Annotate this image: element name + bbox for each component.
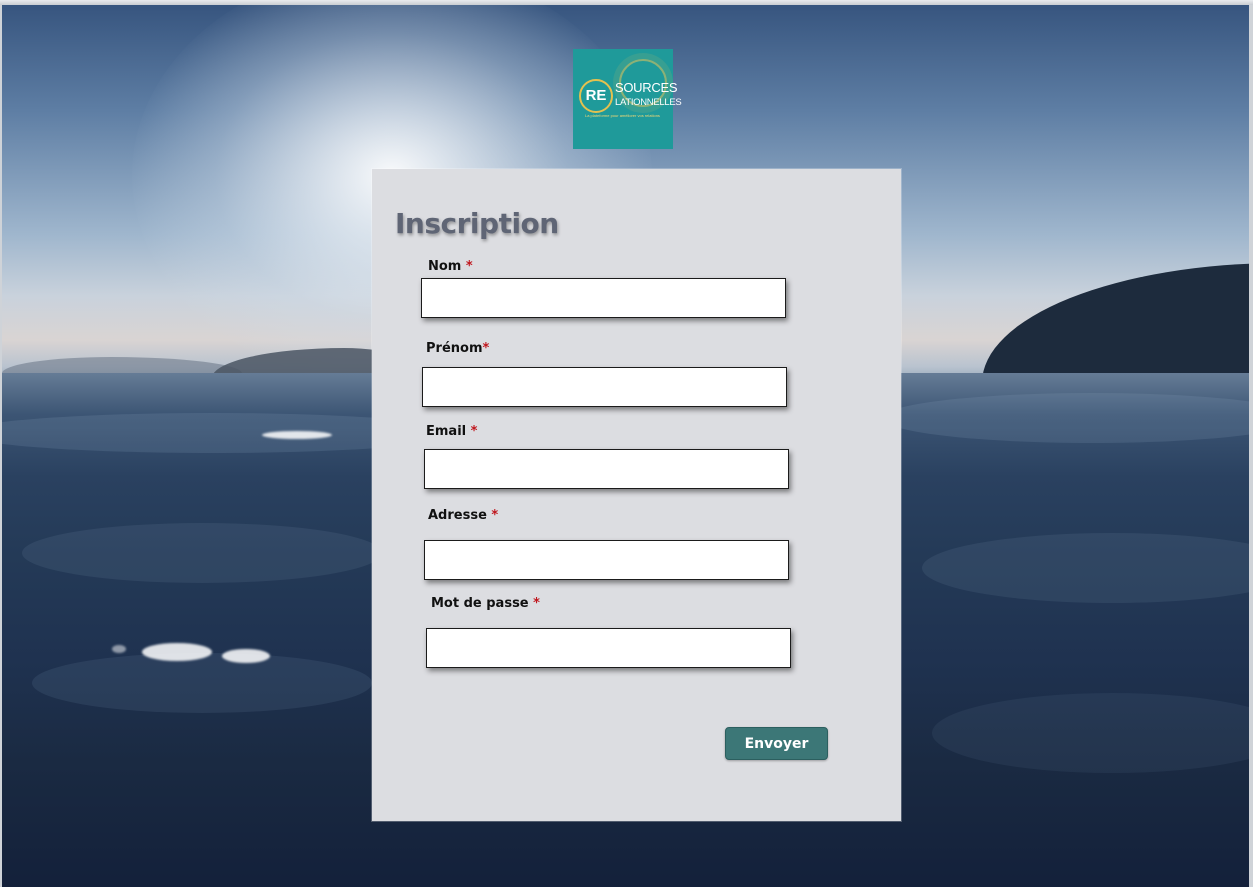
prenom-input[interactable]	[422, 367, 787, 407]
wave	[22, 523, 382, 583]
email-input[interactable]	[424, 449, 789, 489]
page: RE SOURCES LATIONNELLES La plateforme po…	[0, 0, 1253, 887]
logo-mark: RE	[579, 79, 613, 113]
light-glint	[262, 431, 332, 439]
nom-input[interactable]	[421, 278, 786, 318]
prenom-label-text: Prénom	[426, 341, 483, 356]
top-border	[0, 0, 1253, 5]
light-glint	[222, 649, 270, 663]
required-mark: *	[465, 259, 473, 274]
mountain-silhouette	[982, 263, 1249, 383]
email-label: Email *	[426, 424, 477, 439]
nom-label: Nom *	[428, 259, 473, 274]
form-title: Inscription	[395, 207, 559, 240]
password-label-text: Mot de passe	[431, 596, 529, 611]
required-mark: *	[470, 424, 478, 439]
nom-label-text: Nom	[428, 259, 462, 274]
light-glint	[142, 643, 212, 661]
logo-text-line2: LATIONNELLES	[615, 97, 682, 108]
wave	[932, 693, 1249, 773]
wave	[922, 533, 1249, 603]
prenom-label: Prénom*	[426, 341, 489, 356]
light-glint	[112, 645, 126, 653]
adresse-label-text: Adresse	[428, 508, 487, 523]
wave	[882, 393, 1249, 443]
envoyer-button[interactable]: Envoyer	[725, 727, 828, 760]
brand-logo: RE SOURCES LATIONNELLES La plateforme po…	[573, 49, 682, 149]
required-mark: *	[533, 596, 540, 611]
logo-text-line1: SOURCES	[615, 80, 678, 95]
wave	[32, 653, 372, 713]
registration-form: Inscription Nom * Prénom* Email * Adress…	[372, 169, 901, 821]
adresse-label: Adresse *	[428, 508, 498, 523]
adresse-input[interactable]	[424, 540, 789, 580]
password-input[interactable]	[426, 628, 791, 668]
password-label: Mot de passe *	[431, 596, 540, 611]
logo-tagline: La plateforme pour améliorer vos relatio…	[585, 113, 660, 118]
email-label-text: Email	[426, 424, 467, 439]
required-mark: *	[482, 341, 490, 356]
required-mark: *	[491, 508, 499, 523]
